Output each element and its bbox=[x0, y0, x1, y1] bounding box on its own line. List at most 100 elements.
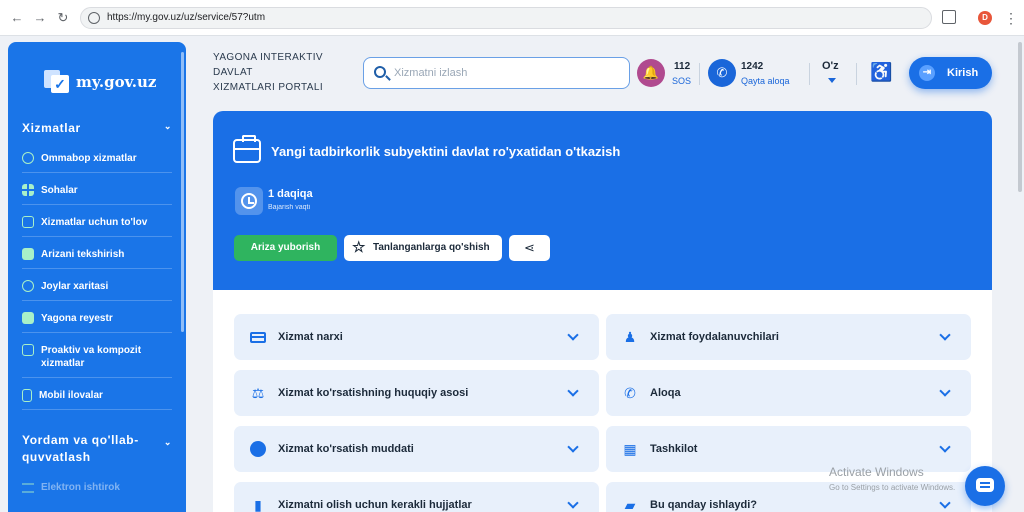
sidebar-item-e-participation[interactable]: Elektron ishtirok bbox=[22, 482, 120, 493]
sidebar-item-sectors[interactable]: Sohalar bbox=[22, 184, 172, 205]
document-icon bbox=[22, 248, 34, 260]
sidebar-scrollbar[interactable] bbox=[181, 52, 184, 332]
service-hero: Yangi tadbirkorlik subyektini davlat ro'… bbox=[213, 111, 992, 290]
page-scrollbar[interactable] bbox=[1018, 42, 1022, 192]
login-label: Kirish bbox=[947, 67, 979, 79]
reload-icon[interactable]: ↻ bbox=[54, 9, 72, 27]
language-selector[interactable]: O'z bbox=[822, 60, 839, 72]
accordion-label: Xizmatni olish uchun kerakli hujjatlar bbox=[278, 499, 472, 511]
portal-title-line: DAVLAT bbox=[213, 67, 253, 78]
callback-label[interactable]: Qayta aloqa bbox=[741, 76, 790, 86]
share-button[interactable]: ⋖ bbox=[509, 235, 550, 261]
clock-icon bbox=[250, 441, 266, 457]
watermark-title: Activate Windows bbox=[829, 465, 924, 479]
scales-icon: ⚖ bbox=[251, 385, 265, 401]
callback-number[interactable]: 1242 bbox=[741, 61, 763, 72]
star-icon: ☆ bbox=[352, 239, 366, 256]
accordion-required-documents[interactable]: ▮ Xizmatni olish uchun kerakli hujjatlar bbox=[234, 482, 599, 512]
sidebar-section-label: Xizmatlar bbox=[22, 121, 81, 135]
favorites-label: Tanlanganlarga qo'shish bbox=[373, 242, 490, 253]
header-divider bbox=[809, 63, 810, 85]
document-icon: ▮ bbox=[254, 497, 262, 512]
accordion-label: Xizmat ko'rsatish muddati bbox=[278, 443, 414, 455]
chat-support-button[interactable] bbox=[965, 466, 1005, 506]
phone-icon: ✆ bbox=[624, 385, 636, 401]
accordion-label: Xizmat foydalanuvchilari bbox=[650, 331, 779, 343]
address-url: https://my.gov.uz/uz/service/57?utm bbox=[107, 12, 266, 23]
chevron-down-icon: ⌄ bbox=[163, 437, 172, 447]
accordion-label: Tashkilot bbox=[650, 443, 698, 455]
clock-icon bbox=[235, 187, 263, 215]
briefcase-icon bbox=[233, 135, 261, 163]
card-icon bbox=[250, 332, 266, 343]
header-divider bbox=[856, 63, 857, 85]
chevron-down-icon bbox=[939, 385, 951, 397]
sidebar-item-registry[interactable]: Yagona reyestr bbox=[22, 312, 172, 333]
sidebar-item-proactive[interactable]: Proaktiv va kompozit xizmatlar bbox=[22, 344, 172, 378]
sidebar-item-map[interactable]: Joylar xaritasi bbox=[22, 280, 172, 301]
portal-title: YAGONA INTERAKTIV DAVLAT XIZMATLARI PORT… bbox=[213, 50, 323, 95]
sidebar-section-support[interactable]: Yordam va qo'llab-quvvatlash ⌄ bbox=[22, 432, 171, 466]
file-icon bbox=[22, 312, 34, 324]
accordion-service-price[interactable]: Xizmat narxi bbox=[234, 314, 599, 360]
grid-icon bbox=[22, 184, 34, 196]
accordion-legal-basis[interactable]: ⚖ Xizmat ko'rsatishning huquqiy asosi bbox=[234, 370, 599, 416]
chat-icon: ▰ bbox=[624, 497, 636, 512]
login-icon: ⇥ bbox=[919, 65, 935, 81]
chevron-down-icon bbox=[567, 385, 579, 397]
chevron-down-icon bbox=[939, 329, 951, 341]
sidebar-item-label: Ommabop xizmatlar bbox=[41, 153, 137, 164]
service-duration-label: Bajarish vaqti bbox=[268, 204, 311, 211]
site-logo[interactable]: ✓ my.gov.uz bbox=[44, 70, 156, 94]
address-bar[interactable]: https://my.gov.uz/uz/service/57?utm bbox=[80, 7, 932, 29]
sidebar-item-mobile-apps[interactable]: Mobil ilovalar bbox=[22, 389, 172, 410]
chevron-down-icon bbox=[567, 441, 579, 453]
profile-avatar[interactable]: D bbox=[978, 11, 992, 25]
sidebar-item-check-application[interactable]: Arizani tekshirish bbox=[22, 248, 172, 269]
sos-label[interactable]: SOS bbox=[672, 76, 691, 86]
watermark-subtitle: Go to Settings to activate Windows. bbox=[829, 483, 956, 492]
login-button[interactable]: ⇥ Kirish bbox=[909, 57, 992, 89]
chevron-down-icon bbox=[567, 329, 579, 341]
chevron-down-icon bbox=[939, 497, 951, 509]
person-icon: ♟ bbox=[623, 329, 637, 345]
apply-button[interactable]: Ariza yuborish bbox=[234, 235, 337, 261]
sidebar-item-label: Sohalar bbox=[41, 185, 78, 196]
sos-number[interactable]: 112 bbox=[674, 61, 690, 72]
card-icon bbox=[22, 216, 34, 228]
accordion-service-term[interactable]: Xizmat ko'rsatish muddati bbox=[234, 426, 599, 472]
building-icon: ▦ bbox=[623, 441, 637, 457]
browser-menu-icon[interactable]: ⋮ bbox=[1004, 9, 1018, 27]
logo-text: my.gov.uz bbox=[76, 73, 157, 91]
search-icon bbox=[374, 66, 386, 78]
phone-icon[interactable]: ✆ bbox=[708, 59, 736, 87]
phone-icon bbox=[22, 389, 32, 402]
add-to-favorites-button[interactable]: ☆ Tanlanganlarga qo'shish bbox=[344, 235, 502, 261]
sidebar-item-label: Arizani tekshirish bbox=[41, 249, 125, 260]
site-info-icon[interactable] bbox=[88, 12, 100, 24]
service-title: Yangi tadbirkorlik subyektini davlat ro'… bbox=[271, 144, 621, 159]
search-input[interactable] bbox=[394, 64, 619, 82]
accordion-service-users[interactable]: ♟ Xizmat foydalanuvchilari bbox=[606, 314, 971, 360]
extensions-icon[interactable] bbox=[942, 10, 956, 24]
accordion-contact[interactable]: ✆ Aloqa bbox=[606, 370, 971, 416]
sos-bell-icon[interactable]: 🔔 bbox=[637, 59, 665, 87]
forward-arrow-icon[interactable]: → bbox=[31, 9, 49, 27]
browser-toolbar: ← → ↻ https://my.gov.uz/uz/service/57?ut… bbox=[0, 0, 1024, 36]
list-icon bbox=[22, 482, 34, 493]
back-arrow-icon[interactable]: ← bbox=[8, 9, 26, 27]
sidebar-item-payment[interactable]: Xizmatlar uchun to'lov bbox=[22, 216, 172, 237]
chevron-down-icon: ⌄ bbox=[163, 121, 172, 131]
accordion-label: Bu qanday ishlaydi? bbox=[650, 499, 757, 511]
sidebar-section-label: Yordam va qo'llab-quvvatlash bbox=[22, 433, 139, 464]
service-duration: 1 daqiqa bbox=[268, 188, 313, 200]
windows-activation-watermark: Activate Windows Go to Settings to activ… bbox=[829, 465, 955, 492]
sidebar-item-popular[interactable]: Ommabop xizmatlar bbox=[22, 152, 172, 173]
accessibility-icon[interactable]: ♿ bbox=[870, 62, 892, 82]
search-box[interactable] bbox=[363, 57, 630, 89]
chevron-down-icon bbox=[567, 497, 579, 509]
accordion-label: Xizmat narxi bbox=[278, 331, 343, 343]
accordion-label: Aloqa bbox=[650, 387, 681, 399]
sidebar-section-services[interactable]: Xizmatlar ⌄ bbox=[22, 121, 172, 135]
caret-down-icon[interactable] bbox=[828, 78, 836, 83]
